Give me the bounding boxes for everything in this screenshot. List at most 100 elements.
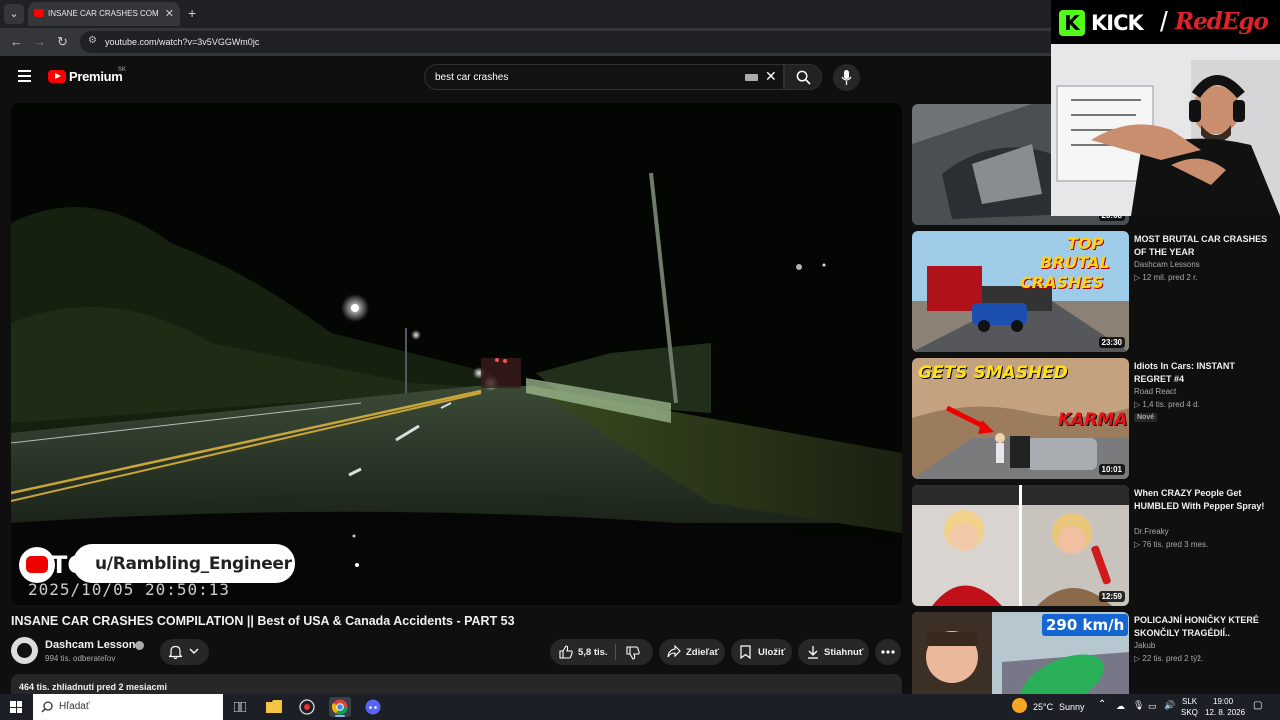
weather-condition[interactable]: Sunny [1059, 702, 1085, 712]
bookmark-icon [740, 645, 751, 659]
back-arrow-icon[interactable]: ← [10, 34, 23, 49]
discord-icon[interactable] [362, 697, 384, 717]
network-icon[interactable]: ☁ [1116, 701, 1125, 712]
view-count-and-date: 464 tis. zhliadnutí pred 2 mesiacmi [19, 682, 168, 692]
dislike-button[interactable] [616, 639, 653, 665]
microphone-icon[interactable]: 🎙 [1133, 700, 1144, 711]
recommendation-thumbnail[interactable]: GETS SMASHED KARMA 10:01 [912, 358, 1129, 479]
recommendation-thumbnail[interactable]: TOP BRUTAL CRASHES 23:30 [912, 231, 1129, 352]
menu-icon[interactable] [18, 70, 31, 82]
chrome-icon[interactable] [329, 697, 351, 717]
reload-icon[interactable]: ↻ [57, 34, 68, 50]
recommendation-channel[interactable]: Dashcam Lessons [1134, 260, 1200, 269]
overlay-username: u/Rambling_Engineer [95, 554, 292, 574]
share-button[interactable]: Zdieľať [659, 639, 725, 665]
youtube-watermark-icon [19, 547, 55, 583]
video-duration: 12:59 [1098, 591, 1125, 602]
video-player[interactable]: TO u/Rambling_Engineer 2025/10/05 20:50:… [11, 103, 902, 605]
recommendation-title[interactable]: When CRAZY People Get HUMBLED With Peppe… [1134, 487, 1269, 513]
thumbnail-text: BRUTAL [1040, 253, 1110, 272]
recommendation-meta: ▷ 12 mil. pred 2 r. [1134, 273, 1198, 282]
notification-bell-button[interactable] [160, 639, 209, 665]
new-badge: Nové [1134, 413, 1158, 422]
clock-date[interactable]: 12. 8. 2026 [1205, 708, 1245, 717]
more-horizontal-icon [881, 650, 895, 654]
recommendation-item[interactable]: GETS SMASHED KARMA 10:01 Idiots In Cars:… [912, 358, 1272, 479]
language-secondary[interactable]: SKQ [1181, 708, 1198, 717]
thumbs-up-icon [559, 645, 573, 659]
tab-close-icon[interactable]: ✕ [165, 7, 174, 20]
like-dislike-group: 5,8 tis. [550, 639, 653, 665]
keyboard-icon[interactable] [745, 74, 758, 81]
browser-tab[interactable]: INSANE CAR CRASHES COMPILATION ✕ [28, 2, 180, 26]
streamer-brand: RedEgo [1175, 8, 1269, 35]
thumbnail-text: GETS SMASHED [918, 363, 1068, 383]
search-input[interactable]: best car crashes ✕ [424, 64, 784, 90]
windows-start-icon[interactable] [10, 701, 22, 713]
volume-icon[interactable]: 🔊 [1164, 700, 1175, 711]
thumbnail-text: KARMA [1058, 410, 1128, 430]
temperature[interactable]: 25°C [1033, 702, 1053, 712]
download-label: Stiahnuť [824, 647, 864, 658]
tab-title: INSANE CAR CRASHES COMPILATION [48, 9, 158, 18]
voice-search-button[interactable] [833, 64, 860, 91]
recommendation-channel[interactable]: Jakub [1134, 641, 1155, 650]
screen: ⌄ INSANE CAR CRASHES COMPILATION ✕ + ← →… [0, 0, 1280, 720]
recommendation-meta: ▷ 76 tis. pred 3 mes. [1134, 540, 1209, 549]
bell-icon [169, 645, 182, 659]
chevron-down-icon [189, 648, 199, 654]
video-duration: 23:30 [1098, 337, 1125, 348]
like-button[interactable]: 5,8 tis. [550, 639, 615, 665]
taskbar-search-placeholder: Hľadať [59, 701, 90, 712]
recommendation-item[interactable]: 290 km/h POLICAJNÍ HONIČKY KTERÉ SKONČIL… [912, 612, 1272, 694]
tab-search-menu-button[interactable]: ⌄ [4, 4, 24, 24]
new-tab-button[interactable]: + [188, 5, 196, 21]
notifications-icon[interactable]: ▢ [1253, 700, 1262, 711]
recommendation-channel[interactable]: Road React [1134, 387, 1176, 396]
youtube-premium-logo-text[interactable]: Premium [69, 69, 123, 84]
brand-separator: / [1160, 6, 1168, 37]
youtube-logo-icon[interactable] [48, 70, 66, 83]
language-primary[interactable]: SLK [1182, 697, 1197, 706]
share-label: Zdieľať [686, 647, 720, 658]
recommendation-item[interactable]: TOP BRUTAL CRASHES 23:30 MOST BRUTAL CAR… [912, 231, 1272, 352]
download-button[interactable]: Stiahnuť [798, 639, 869, 665]
microphone-icon [841, 70, 852, 85]
url-field[interactable]: ⚙ youtube.com/watch?v=3v5VGGWm0jc [80, 31, 1080, 53]
recommendation-meta: ▷ 1,4 tis. pred 4 d. [1134, 400, 1200, 409]
file-explorer-icon[interactable] [263, 697, 285, 717]
kick-logo-icon: K [1059, 10, 1085, 36]
channel-avatar[interactable] [11, 637, 38, 664]
youtube-favicon-icon [34, 9, 44, 17]
weather-sun-icon[interactable] [1012, 698, 1027, 713]
task-view-icon[interactable] [229, 697, 251, 717]
display-icon[interactable]: ▭ [1148, 701, 1157, 712]
streamer-webcam: K KICK / RedEgo [1051, 0, 1280, 216]
save-label: Uložiť [758, 647, 786, 658]
clock-time[interactable]: 19:00 [1213, 697, 1233, 706]
search-button[interactable] [784, 64, 822, 90]
recommendation-channel[interactable]: Dr.Freaky [1134, 527, 1169, 536]
thumbnail-text: TOP [1067, 234, 1104, 253]
search-icon [41, 701, 53, 713]
recommendation-title[interactable]: Idiots In Cars: INSTANT REGRET #4 [1134, 360, 1269, 386]
tray-overflow-icon[interactable]: ⌃ [1098, 699, 1106, 710]
url-text: youtube.com/watch?v=3v5VGGWm0jc [105, 37, 260, 47]
app-icon[interactable] [296, 697, 318, 717]
country-code: SK [118, 67, 127, 73]
channel-name[interactable]: Dashcam Lessons [45, 639, 142, 651]
taskbar-search-input[interactable]: Hľadať [33, 694, 223, 720]
dashcam-video-frame [11, 103, 902, 605]
more-actions-button[interactable] [875, 639, 901, 665]
video-title: INSANE CAR CRASHES COMPILATION || Best o… [11, 614, 515, 628]
recommendation-title[interactable]: MOST BRUTAL CAR CRASHES OF THE YEAR [1134, 233, 1269, 259]
recommendation-item[interactable]: 12:59 When CRAZY People Get HUMBLED With… [912, 485, 1272, 606]
recommendation-title[interactable]: POLICAJNÍ HONIČKY KTERÉ SKONČILY TRAGÉDI… [1134, 614, 1269, 640]
search-icon [796, 70, 811, 85]
clear-search-icon[interactable]: ✕ [765, 68, 777, 85]
recommendation-thumbnail[interactable]: 290 km/h [912, 612, 1129, 694]
forward-arrow-icon[interactable]: → [33, 34, 46, 49]
recommendation-thumbnail[interactable]: 12:59 [912, 485, 1129, 606]
save-button[interactable]: Uložiť [731, 639, 792, 665]
site-info-icon[interactable]: ⚙ [88, 35, 97, 46]
